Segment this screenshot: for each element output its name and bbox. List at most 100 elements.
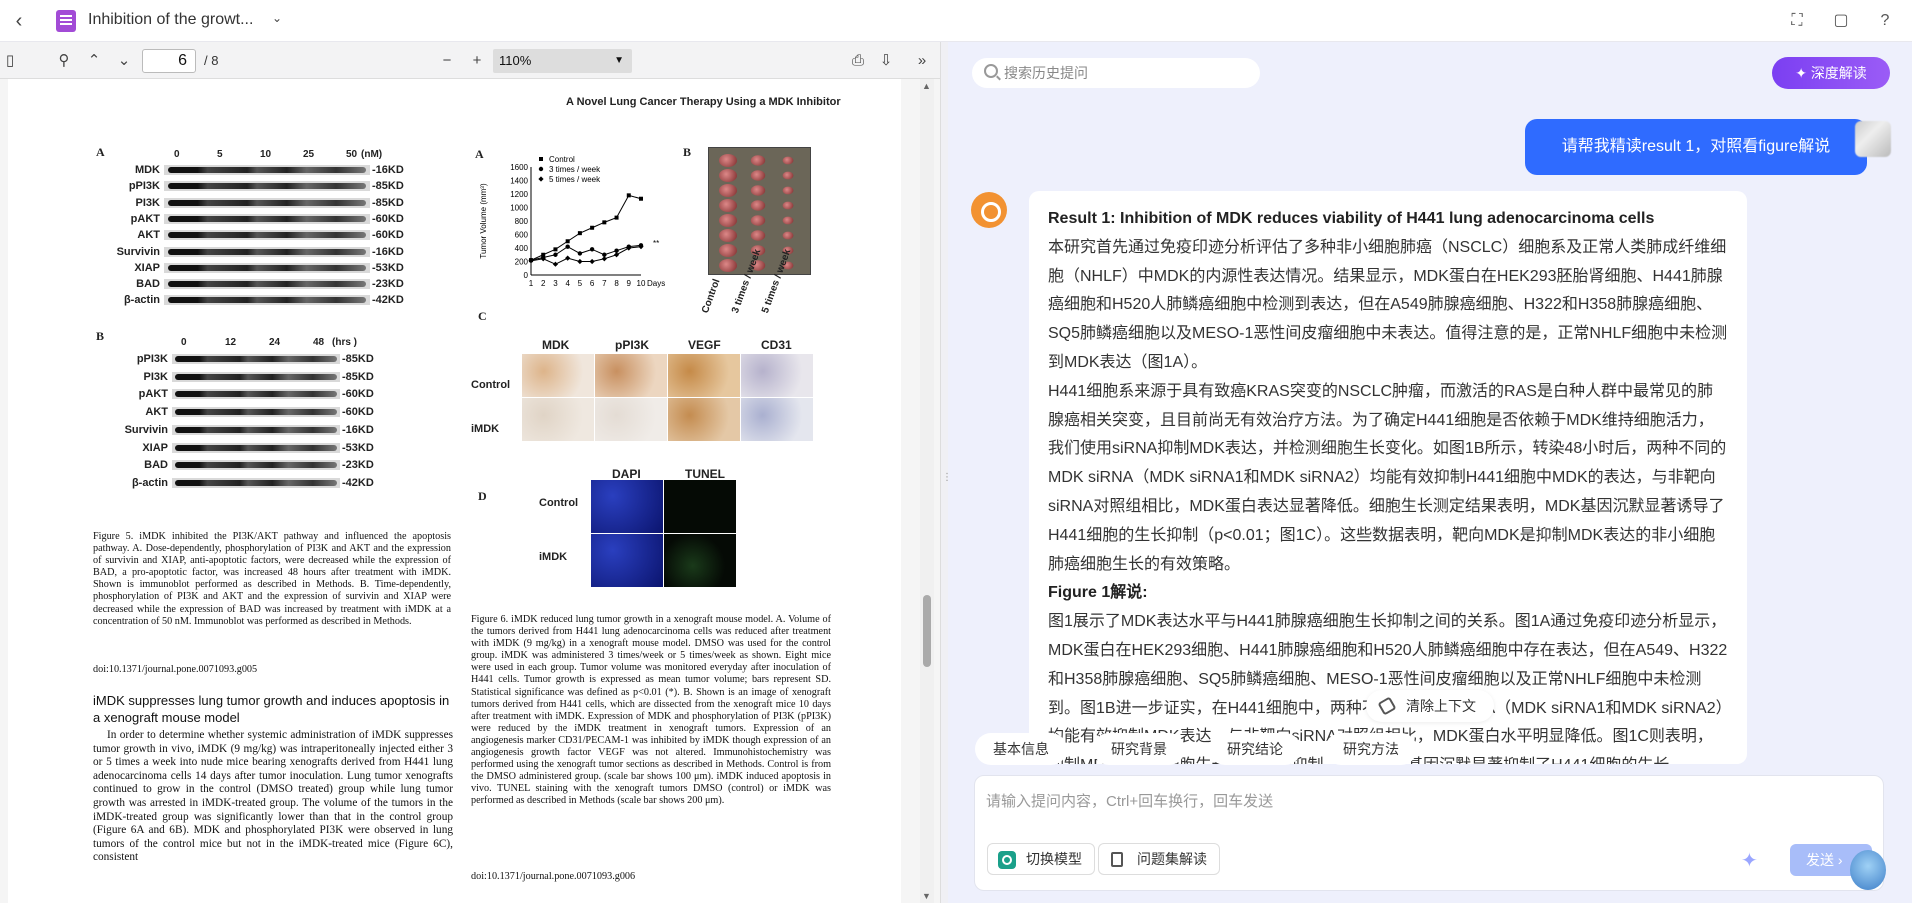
help-icon[interactable]: ? — [1874, 10, 1896, 32]
tumor-specimen — [719, 184, 737, 197]
sparkle-icon: ✦ — [1795, 65, 1811, 81]
search-history-input[interactable]: 搜索历史提问 — [972, 58, 1260, 88]
feedback-icon[interactable]: ▢ — [1830, 10, 1852, 32]
zoom-out-icon[interactable]: − — [437, 51, 457, 71]
y-tick-label: 400 — [515, 244, 529, 253]
tumor-specimen — [750, 155, 766, 166]
sidebar-toggle-icon[interactable]: ▯ — [0, 51, 20, 71]
series-line — [530, 246, 642, 265]
fig5a-kd-label: -16KD — [372, 164, 404, 176]
figure5-caption: Figure 5. iMDK inhibited the PI3K/AKT pa… — [93, 531, 451, 628]
answer-title: Result 1: Inhibition of MDK reduces viab… — [1048, 210, 1655, 227]
tumor-specimen — [750, 170, 766, 181]
figure5-doi: doi:10.1371/journal.pone.0071093.g005 — [93, 664, 258, 675]
fig6b-label: B — [683, 145, 692, 159]
user-message-bubble: 请帮我精读result 1，对照看figure解说 — [1525, 119, 1867, 175]
tumor-specimen — [782, 156, 794, 165]
top-bar: ‹ Inhibition of the growt... ⌄ ⛶ ▢ ? — [0, 0, 1912, 42]
ihc-image — [595, 354, 667, 397]
legend-label: 3 times / week — [549, 165, 601, 174]
switch-model-label: 切换模型 — [1026, 851, 1082, 867]
y-tick-label: 200 — [515, 258, 529, 267]
ihc-image — [668, 354, 740, 397]
clear-context-button[interactable]: 清除上下文 — [1366, 690, 1494, 722]
fig5b-kd-label: -60KD — [342, 388, 374, 401]
print-icon[interactable]: ⎙ — [848, 51, 868, 71]
fig5a-kd-label: -85KD — [372, 180, 404, 193]
ai-sparkle-icon[interactable]: ✦ — [1741, 848, 1758, 873]
chevron-up-icon[interactable]: ⌃ — [84, 51, 104, 71]
fig5a-kd-label: -53KD — [372, 261, 404, 274]
y-tick-label: 1600 — [510, 163, 528, 172]
fig6c-col-label: pPI3K — [615, 338, 650, 352]
x-tick-label: 9 — [627, 279, 632, 288]
fig5a-kd-label: -23KD — [372, 278, 404, 291]
scrollbar-thumb[interactable] — [923, 595, 931, 667]
pdf-scrollbar[interactable]: ▲ ▼ — [920, 79, 934, 903]
scroll-up-icon[interactable]: ▲ — [922, 81, 931, 91]
data-point — [577, 251, 583, 256]
pdf-toolbar: ▯ ⚲ ⌃ ⌄ 6 / 8 − + 110% ▼ ⎙ ⇩ » — [0, 42, 940, 79]
fig5b-label: B — [96, 329, 105, 343]
fig5b-band — [172, 407, 340, 418]
deep-read-button[interactable]: ✦ 深度解读 — [1772, 57, 1890, 89]
data-point — [626, 193, 631, 198]
question-set-label: 问题集解读 — [1137, 851, 1207, 867]
tumor-specimen — [750, 200, 766, 211]
zoom-select[interactable]: 110% ▼ — [493, 49, 632, 73]
page-number-input[interactable]: 6 — [142, 49, 196, 73]
x-axis-label: Days — [647, 279, 665, 288]
data-point — [589, 258, 595, 265]
fig5a-band — [164, 262, 370, 273]
fig5a-col-label: 0 — [174, 149, 180, 160]
tab-methods[interactable]: 研究方法 — [1325, 733, 1417, 765]
search-icon[interactable]: ⚲ — [54, 51, 74, 71]
tab-background[interactable]: 研究背景 — [1093, 733, 1185, 765]
chevron-down-icon[interactable]: ⌄ — [114, 51, 134, 71]
data-point — [553, 252, 558, 257]
chevron-down-icon[interactable]: ⌄ — [272, 11, 282, 25]
pdf-viewer[interactable]: A Novel Lung Cancer Therapy Using a MDK … — [0, 79, 940, 903]
fig5a-band — [164, 246, 370, 257]
fig5b-band — [172, 354, 340, 364]
fig5b-col-label: 0 — [181, 337, 187, 348]
legend-marker — [538, 166, 544, 172]
data-point — [553, 247, 558, 252]
send-label: 发送 — [1806, 852, 1834, 868]
fullscreen-icon[interactable]: ⛶ — [1786, 10, 1808, 32]
expand-tools-icon[interactable]: » — [912, 51, 932, 71]
running-head: A Novel Lung Cancer Therapy Using a MDK … — [566, 96, 841, 108]
document-title[interactable]: Inhibition of the growt... — [88, 11, 258, 29]
panel-divider[interactable]: ⋮ — [940, 42, 952, 903]
tumor-specimen — [782, 231, 794, 240]
mascot-icon[interactable] — [1850, 850, 1886, 890]
body-paragraph: In order to determine whether systemic a… — [93, 729, 453, 864]
fig5b-band — [172, 424, 340, 435]
tumor-specimen — [719, 214, 737, 227]
back-arrow-icon[interactable]: ‹ — [8, 10, 30, 32]
document-app-icon — [56, 10, 76, 32]
fig5a-row-label: PI3K — [135, 196, 160, 209]
fig5a-row-label: Survivin — [116, 245, 160, 258]
assistant-answer-card: Result 1: Inhibition of MDK reduces viab… — [1029, 191, 1747, 764]
download-icon[interactable]: ⇩ — [876, 51, 896, 71]
tumor-specimen — [782, 186, 794, 195]
tab-conclusion[interactable]: 研究结论 — [1209, 733, 1301, 765]
pdf-page: A Novel Lung Cancer Therapy Using a MDK … — [8, 79, 901, 903]
y-tick-label: 600 — [515, 231, 529, 240]
answer-paragraph-1: 本研究首先通过免疫印迹分析评估了多种非小细胞肺癌（NSCLC）细胞系及正常人类肺… — [1048, 238, 1728, 371]
fig6c-col-label: VEGF — [688, 338, 721, 352]
question-set-button[interactable]: 问题集解读 — [1098, 843, 1220, 875]
data-point — [565, 244, 570, 249]
fig5b-row-label: pPI3K — [136, 353, 168, 365]
switch-model-button[interactable]: 切换模型 — [987, 843, 1095, 875]
fig6d-row-label: iMDK — [539, 551, 568, 563]
user-avatar — [1855, 121, 1891, 157]
zoom-in-icon[interactable]: + — [467, 51, 487, 71]
fig6c-row-label: iMDK — [471, 423, 500, 435]
fig6c-col-label: MDK — [542, 338, 570, 352]
scroll-down-icon[interactable]: ▼ — [922, 891, 931, 901]
tab-basic-info[interactable]: 基本信息 — [975, 733, 1067, 765]
ihc-image — [522, 354, 594, 397]
x-tick-label: 2 — [541, 279, 546, 288]
